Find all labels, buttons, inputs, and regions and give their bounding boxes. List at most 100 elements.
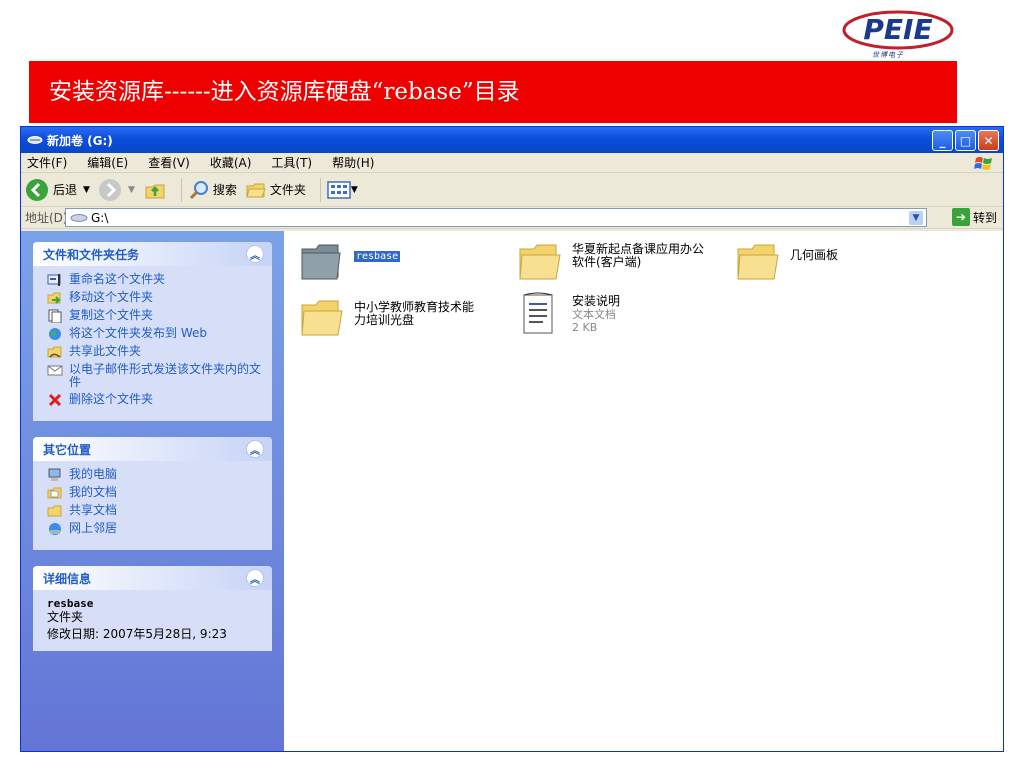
forward-arrow-icon: [98, 178, 121, 201]
minimize-button[interactable]: _: [932, 130, 953, 151]
logo-text: PEIE: [863, 13, 932, 46]
place-label: 我的电脑: [69, 467, 118, 481]
task-pane: 文件和文件夹任务 ︽ 重命名这个文件夹 移动这个文件夹 复制这个文件夹 将这个文…: [21, 231, 284, 751]
folder-icon: [519, 244, 561, 280]
up-button[interactable]: [143, 178, 167, 202]
task-label: 复制这个文件夹: [69, 308, 154, 322]
menu-help[interactable]: 帮助(H): [332, 154, 374, 171]
place-label: 网上邻居: [69, 521, 118, 535]
text-document-icon: [523, 292, 553, 334]
menu-tools[interactable]: 工具(T): [271, 154, 312, 171]
menu-view[interactable]: 查看(V): [148, 154, 190, 171]
back-dropdown-icon[interactable]: ▼: [83, 185, 90, 195]
maximize-button[interactable]: □: [955, 130, 976, 151]
file-item-resbase[interactable]: resbase: [298, 239, 401, 285]
file-tasks-panel: 文件和文件夹任务 ︽ 重命名这个文件夹 移动这个文件夹 复制这个文件夹 将这个文…: [33, 242, 272, 421]
menu-file[interactable]: 文件(F): [27, 154, 67, 171]
task-label: 删除这个文件夹: [69, 392, 154, 406]
place-label: 共享文档: [69, 503, 118, 517]
task-label: 将这个文件夹发布到 Web: [69, 326, 207, 340]
explorer-window: 新加卷 (G:) _ □ ✕ 文件(F) 编辑(E) 查看(V) 收藏(A) 工…: [20, 126, 1004, 752]
other-places-title: 其它位置: [43, 442, 92, 457]
back-arrow-icon: [26, 178, 48, 201]
go-button[interactable]: ➔ 转到: [951, 208, 997, 226]
menu-edit[interactable]: 编辑(E): [87, 154, 128, 171]
folder-icon: [47, 505, 62, 517]
task-delete[interactable]: 删除这个文件夹: [47, 393, 264, 407]
place-shared-documents[interactable]: 共享文档: [47, 504, 264, 518]
folder-icon: [301, 300, 343, 336]
file-name: 安装说明: [572, 294, 621, 308]
toolbar-separator: [319, 177, 321, 202]
search-label: 搜索: [212, 183, 237, 197]
collapse-icon[interactable]: ︽: [246, 440, 264, 458]
task-move[interactable]: 移动这个文件夹: [47, 291, 264, 305]
task-copy[interactable]: 复制这个文件夹: [47, 309, 264, 323]
search-icon: [189, 180, 208, 199]
menu-favorites[interactable]: 收藏(A): [210, 154, 252, 171]
go-arrow-icon: ➔: [951, 208, 970, 226]
task-label: 重命名这个文件夹: [69, 272, 166, 286]
folder-icon: [301, 244, 341, 280]
place-network[interactable]: 网上邻居: [47, 522, 264, 536]
title-bar[interactable]: 新加卷 (G:) _ □ ✕: [21, 127, 1003, 153]
other-places-header[interactable]: 其它位置 ︽: [33, 437, 272, 461]
file-tasks-title: 文件和文件夹任务: [43, 247, 140, 262]
back-label: 后退: [53, 183, 78, 197]
email-icon: [47, 365, 63, 376]
place-my-documents[interactable]: 我的文档: [47, 486, 264, 500]
details-title: 详细信息: [43, 571, 92, 586]
task-label: 共享此文件夹: [69, 344, 142, 358]
collapse-icon[interactable]: ︽: [246, 245, 264, 263]
folders-icon: [246, 183, 266, 197]
menu-bar: 文件(F) 编辑(E) 查看(V) 收藏(A) 工具(T) 帮助(H): [21, 153, 1003, 173]
address-bar: 地址(D) G:\ ▼ ➔ 转到: [21, 207, 1003, 229]
address-input[interactable]: G:\ ▼: [65, 208, 927, 227]
drive-icon: [27, 136, 43, 144]
back-button[interactable]: 后退 ▼: [25, 178, 90, 202]
documents-icon: [47, 487, 62, 499]
toolbar-separator: [180, 177, 182, 202]
file-item-install-notes[interactable]: 安装说明 文本文档 2 KB: [516, 291, 620, 337]
folder-up-icon: [145, 184, 165, 198]
forward-button[interactable]: ▼: [98, 178, 135, 202]
folders-button[interactable]: 文件夹: [245, 179, 306, 201]
task-label: 移动这个文件夹: [69, 290, 154, 304]
move-icon: [47, 292, 61, 304]
file-item-training-disc[interactable]: 中小学教师教育技术能力培训光盘: [298, 295, 508, 341]
share-folder-icon: [47, 346, 62, 358]
toolbar: 后退 ▼ ▼ 搜索 文件夹 ▼: [21, 173, 1003, 207]
folder-icon: [737, 244, 779, 280]
file-tasks-header[interactable]: 文件和文件夹任务 ︽: [33, 242, 272, 266]
delete-icon: [48, 393, 62, 407]
network-icon: [49, 523, 61, 535]
logo-subtext: 世博电子: [872, 51, 904, 59]
details-header[interactable]: 详细信息 ︽: [33, 566, 272, 590]
views-dropdown-icon[interactable]: ▼: [351, 185, 358, 195]
file-type: 文本文档: [572, 308, 616, 321]
go-label: 转到: [972, 210, 997, 225]
task-email[interactable]: 以电子邮件形式发送该文件夹内的文件: [47, 363, 264, 389]
windows-flag-icon: [974, 157, 992, 170]
file-item-huaxia[interactable]: 华夏新起点备课应用办公软件(客户端): [516, 239, 716, 285]
collapse-icon[interactable]: ︽: [246, 569, 264, 587]
task-share[interactable]: 共享此文件夹: [47, 345, 264, 359]
slide: PEIE 世博电子 安装资源库------进入资源库硬盘“rebase”目录 新…: [0, 0, 1024, 768]
place-my-computer[interactable]: 我的电脑: [47, 468, 264, 482]
close-button[interactable]: ✕: [978, 130, 999, 151]
computer-icon: [48, 468, 61, 481]
details-panel: 详细信息 ︽ resbase 文件夹 修改日期: 2007年5月28日, 9:2…: [33, 566, 272, 651]
detail-modified: 修改日期: 2007年5月28日, 9:23: [47, 627, 227, 641]
forward-dropdown-icon[interactable]: ▼: [128, 185, 135, 195]
search-button[interactable]: 搜索: [188, 179, 237, 201]
window-body: 文件和文件夹任务 ︽ 重命名这个文件夹 移动这个文件夹 复制这个文件夹 将这个文…: [21, 231, 1003, 751]
task-rename[interactable]: 重命名这个文件夹: [47, 273, 264, 287]
file-item-geometry[interactable]: 几何画板: [734, 239, 838, 285]
file-list: resbase 华夏新起点备课应用办公软件(客户端) 几何画板 中小学教师教育技…: [284, 231, 1003, 751]
drive-icon: [70, 213, 88, 222]
task-publish-web[interactable]: 将这个文件夹发布到 Web: [47, 327, 264, 341]
chevron-down-icon[interactable]: ▼: [909, 211, 923, 225]
views-button[interactable]: ▼: [327, 180, 358, 200]
folders-label: 文件夹: [269, 183, 306, 197]
window-title: 新加卷 (G:): [47, 133, 113, 148]
